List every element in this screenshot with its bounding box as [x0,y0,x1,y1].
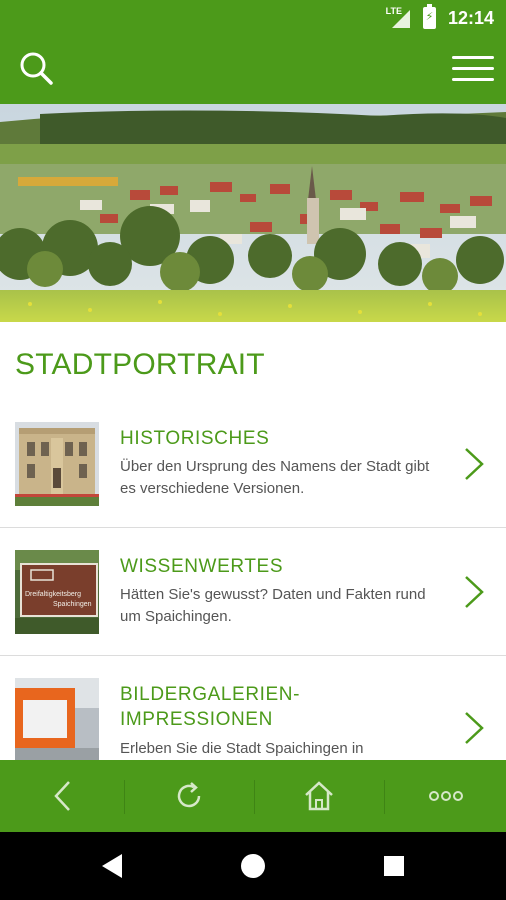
gallery-thumbnail [15,678,99,762]
item-description: Über den Ursprung des Namens der Stadt g… [120,458,430,497]
town-sign-thumbnail: Dreifaltigkeitsberg Spaichingen [15,550,99,634]
item-description: Erleben Sie die Stadt Spaichingen in [120,740,364,757]
battery-charging-icon [423,4,436,29]
divider [384,780,385,814]
system-navigation-bar [0,832,506,900]
signal-icon [392,10,410,28]
status-time: 12:14 [447,8,494,28]
chevron-right-icon[interactable] [462,446,486,482]
item-title: BILDERGALERIEN-IMPRESSIONEN [120,684,301,730]
hero-town-image [0,104,506,322]
more-icon[interactable] [386,760,506,832]
chevron-right-icon[interactable] [462,574,486,610]
app-bar [0,36,506,104]
item-title: WISSENWERTES [120,556,284,577]
home-circle-icon[interactable] [213,832,293,900]
list-item-wissenwertes[interactable]: Dreifaltigkeitsberg Spaichingen WISSENWE… [0,528,506,656]
historic-building-thumbnail [15,422,99,506]
divider [254,780,255,814]
back-triangle-icon[interactable] [72,832,152,900]
search-icon[interactable] [18,50,56,88]
chevron-right-icon[interactable] [462,710,486,746]
refresh-icon[interactable] [126,760,252,832]
list-item-historisches[interactable]: HISTORISCHES Über den Ursprung des Namen… [0,400,506,528]
bottom-toolbar [0,760,506,832]
sign-text-line1: Dreifaltigkeitsberg [25,591,81,598]
hamburger-menu-icon[interactable] [452,54,494,84]
divider [124,780,125,814]
recents-square-icon[interactable] [354,832,434,900]
section-title: STADTPORTRAIT [15,348,265,381]
item-title: HISTORISCHES [120,428,270,449]
item-description: Hätten Sie's gewusst? Daten und Fakten r… [120,586,426,625]
status-bar: LTE 12:14 [0,0,506,36]
sign-text-line2: Spaichingen [53,601,92,608]
back-icon[interactable] [0,760,126,832]
home-icon[interactable] [256,760,382,832]
content-list: HISTORISCHES Über den Ursprung des Namen… [0,400,506,784]
